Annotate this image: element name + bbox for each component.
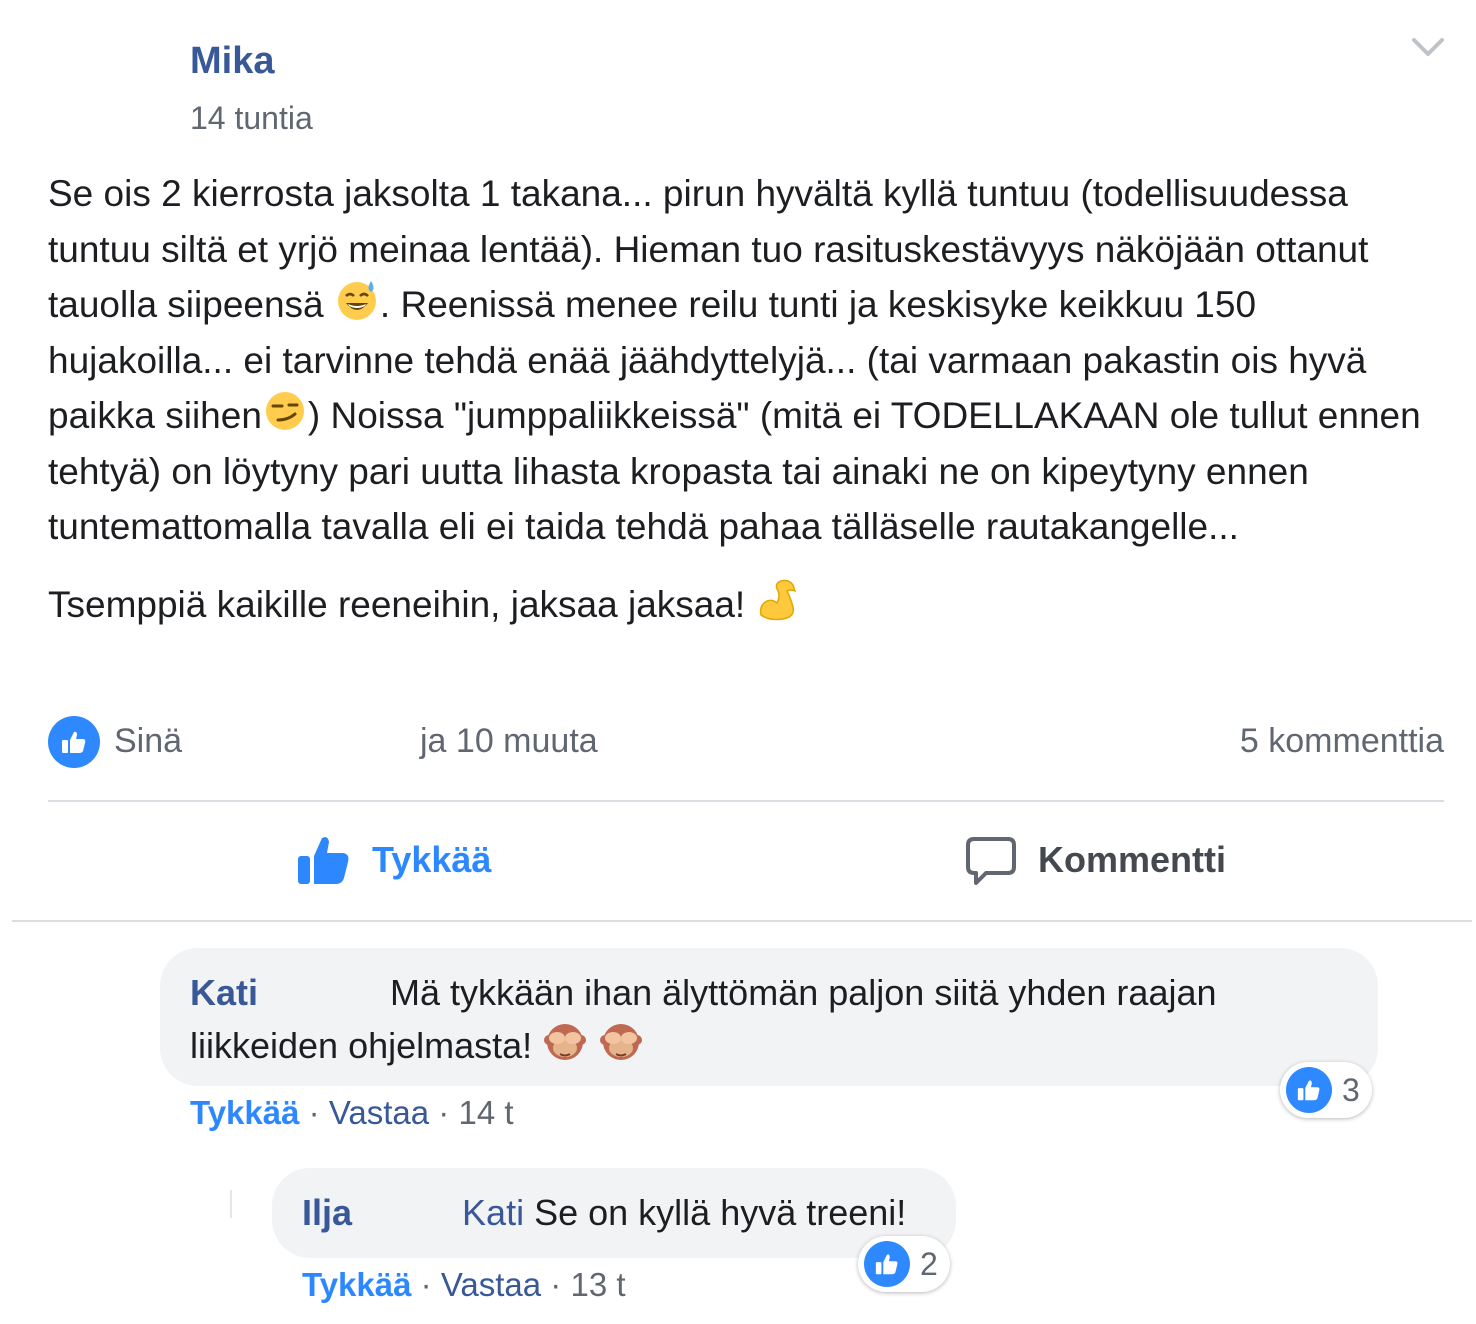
comment-button-label: Kommentti bbox=[1038, 839, 1226, 880]
reactions-you[interactable]: Sinä bbox=[114, 722, 182, 761]
smirk-emoji bbox=[265, 392, 304, 430]
reply-timestamp[interactable]: 13 t bbox=[570, 1266, 625, 1303]
post-timestamp[interactable]: 14 tuntia bbox=[190, 100, 313, 137]
comment-like-link[interactable]: Tykkää bbox=[190, 1094, 299, 1131]
reply-reply-link[interactable]: Vastaa bbox=[441, 1266, 541, 1303]
see-no-evil-monkey-emoji bbox=[600, 1024, 643, 1060]
reaction-count: 3 bbox=[1342, 1071, 1360, 1108]
reply-body: Se on kyllä hyvä treeni! bbox=[534, 1192, 907, 1233]
reply-author[interactable]: Ilja bbox=[302, 1192, 352, 1233]
reply-mention[interactable]: Kati bbox=[462, 1192, 524, 1233]
comment-button[interactable]: Kommentti bbox=[964, 830, 1226, 890]
comment-text: Kati Mä tykkään ihan älyttömän paljon sii… bbox=[190, 968, 1340, 1071]
flexed-biceps-emoji bbox=[760, 579, 797, 620]
comment-body: Mä tykkään ihan älyttömän paljon siitä y… bbox=[190, 972, 1217, 1066]
like-reaction-icon bbox=[864, 1241, 910, 1287]
comment-reaction-count[interactable]: 3 bbox=[1280, 1062, 1372, 1118]
reply-actions: Tykkää · Vastaa · 13 t bbox=[302, 1266, 626, 1303]
reply-reaction-count[interactable]: 2 bbox=[858, 1236, 950, 1292]
comment-bubble: Kati Mä tykkään ihan älyttömän paljon sii… bbox=[160, 948, 1378, 1086]
see-no-evil-monkey-emoji bbox=[544, 1024, 587, 1060]
comment-actions: Tykkää · Vastaa · 14 t bbox=[190, 1094, 514, 1131]
post-author[interactable]: Mika bbox=[190, 40, 274, 83]
comment-count[interactable]: 5 kommenttia bbox=[1240, 722, 1444, 761]
reply-like-link[interactable]: Tykkää bbox=[302, 1266, 411, 1303]
like-reaction-icon bbox=[48, 716, 100, 768]
chevron-down-icon[interactable] bbox=[1408, 32, 1448, 60]
speech-bubble-icon bbox=[966, 837, 1016, 885]
reply-thread-line bbox=[230, 1190, 260, 1218]
divider bbox=[48, 800, 1444, 802]
reply-bubble: Ilja Kati Se on kyllä hyvä treeni! bbox=[272, 1168, 956, 1258]
comment-timestamp[interactable]: 14 t bbox=[458, 1094, 513, 1131]
like-button-label: Tykkää bbox=[372, 839, 492, 880]
divider bbox=[12, 920, 1472, 922]
reactions-others[interactable]: ja 10 muuta bbox=[420, 722, 598, 761]
comment-author[interactable]: Kati bbox=[190, 972, 258, 1013]
post-body: Se ois 2 kierrosta jaksolta 1 takana... … bbox=[48, 166, 1438, 632]
sweat-smile-emoji bbox=[337, 281, 376, 320]
like-button[interactable]: Tykkää bbox=[296, 830, 491, 890]
comment-reply-link[interactable]: Vastaa bbox=[329, 1094, 429, 1131]
reactions-summary[interactable]: Sinä ja 10 muuta 5 kommenttia bbox=[48, 716, 1444, 770]
post-text-paragraph2: Tsemppiä kaikille reeneihin, jaksaa jaks… bbox=[48, 583, 746, 625]
reaction-count: 2 bbox=[920, 1245, 938, 1282]
thumbs-up-icon bbox=[298, 837, 349, 884]
reply-text: Ilja Kati Se on kyllä hyvä treeni! bbox=[302, 1188, 906, 1238]
like-reaction-icon bbox=[1286, 1067, 1332, 1113]
